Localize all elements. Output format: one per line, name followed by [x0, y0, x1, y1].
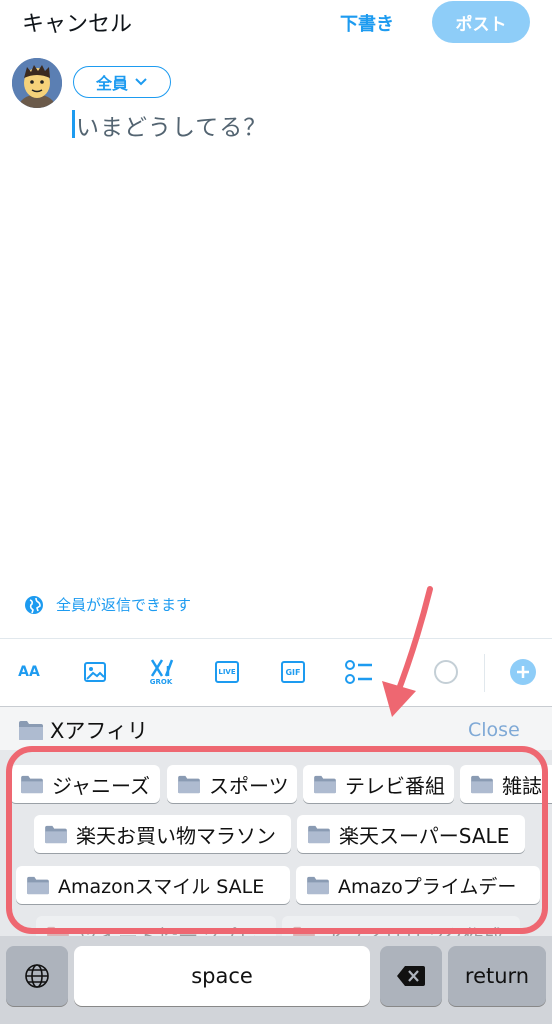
- annotation-highlight-box: [6, 746, 548, 934]
- live-icon[interactable]: LIVE: [212, 654, 242, 690]
- text-size-small-label: AA: [18, 664, 40, 680]
- globe-icon: [25, 595, 43, 614]
- space-key[interactable]: space: [74, 946, 370, 1006]
- reply-setting-button[interactable]: 全員が返信できます: [24, 594, 191, 615]
- avatar[interactable]: [12, 58, 62, 108]
- drafts-button[interactable]: 下書き: [340, 10, 394, 36]
- backspace-icon: [397, 966, 425, 986]
- globe-icon: [25, 964, 49, 988]
- return-key[interactable]: return: [448, 946, 546, 1006]
- avatar-illustration: [12, 58, 62, 108]
- folder-icon: [19, 720, 43, 740]
- gif-icon[interactable]: GIF: [278, 654, 308, 690]
- text-cursor: [72, 110, 75, 138]
- grok-glyph: [150, 659, 174, 677]
- image-glyph: [84, 662, 106, 682]
- keyboard-folder-title: Xアフィリ: [18, 715, 148, 745]
- cancel-button[interactable]: キャンセル: [22, 6, 132, 38]
- gif-label: GIF: [285, 667, 301, 677]
- compose-input[interactable]: いまどうしてる？: [76, 108, 267, 142]
- post-button[interactable]: ポスト: [432, 1, 530, 43]
- chevron-down-icon: [135, 78, 147, 86]
- add-post-icon[interactable]: [508, 654, 538, 690]
- audience-label: 全員: [95, 74, 128, 93]
- keyboard-close-button[interactable]: Close: [468, 719, 520, 741]
- add-circle-glyph: [510, 659, 536, 685]
- live-label: LIVE: [218, 668, 236, 676]
- audience-selector[interactable]: 全員: [73, 66, 171, 98]
- reply-setting-label: 全員が返信できます: [56, 596, 192, 614]
- grok-icon[interactable]: GROK: [144, 654, 178, 690]
- annotation-arrow: [382, 586, 433, 717]
- text-size-icon[interactable]: AA: [12, 654, 46, 690]
- backspace-key[interactable]: [380, 946, 442, 1006]
- keyboard-title-label: Xアフィリ: [50, 719, 148, 743]
- grok-label: GROK: [149, 678, 173, 686]
- divider: [0, 638, 552, 639]
- toolbar-separator: [484, 654, 485, 692]
- keyboard-switch-button[interactable]: [6, 946, 68, 1006]
- image-icon[interactable]: [80, 654, 110, 690]
